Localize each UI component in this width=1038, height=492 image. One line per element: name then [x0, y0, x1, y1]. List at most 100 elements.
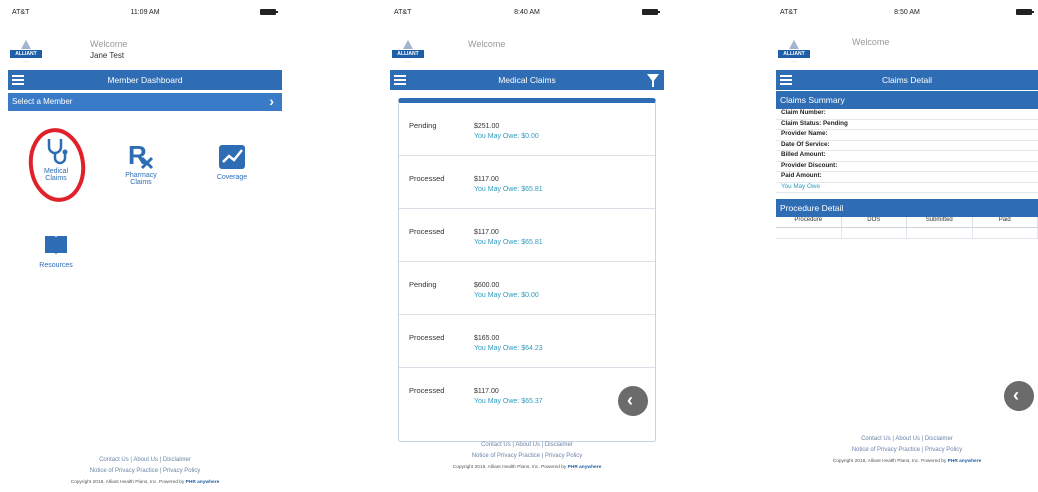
- back-button[interactable]: ‹: [1004, 381, 1034, 411]
- footer-links-privacy[interactable]: Notice of Privacy Practice | Privacy Pol…: [390, 451, 664, 462]
- claim-owe: You May Owe: $0.00: [474, 133, 539, 140]
- copyright: Copyright 2018, Alliant Health Plans, In…: [70, 480, 220, 485]
- column-header: Procedure: [776, 217, 842, 227]
- tile-label-line2: Claims: [130, 179, 152, 186]
- claim-status: Processed: [409, 174, 445, 183]
- procedure-detail-header: Procedure Detail: [776, 199, 1038, 217]
- column-header: Submitted: [907, 217, 973, 227]
- battery-icon: [1016, 9, 1034, 15]
- claim-owe: You May Owe: $65.81: [474, 186, 543, 193]
- nav-title: Member Dashboard: [107, 75, 183, 85]
- phone-claims-detail: AT&T 8:50 AM ALLIANT ····· Welcome Claim…: [776, 0, 1038, 492]
- status-time: 8:40 AM: [514, 9, 540, 16]
- nav-title: Medical Claims: [498, 75, 556, 85]
- footer-links[interactable]: Contact Us | About Us | Disclaimer: [8, 455, 282, 466]
- claim-status-line: Claim Status: Pending: [776, 120, 1038, 130]
- claim-owe: You May Owe: $64.23: [474, 345, 543, 352]
- nav-bar: Medical Claims: [390, 70, 664, 90]
- nav-title: Claims Detail: [881, 75, 933, 85]
- tile-label-line1: Resources: [39, 262, 73, 269]
- status-bar: AT&T 11:09 AM: [8, 0, 282, 26]
- footer: Contact Us | About Us | Disclaimer Notic…: [776, 434, 1038, 467]
- username: Jane Test: [90, 51, 125, 60]
- paid-amount-line: Paid Amount:: [776, 172, 1038, 183]
- claim-row[interactable]: Processed $117.00 You May Owe: $65.37: [399, 368, 655, 420]
- claim-status: Pending: [409, 280, 437, 289]
- back-button[interactable]: ‹: [618, 386, 648, 416]
- claim-amount: $165.00: [474, 335, 500, 342]
- claims-summary: Claim Number: Claim Status: Pending Prov…: [776, 109, 1038, 193]
- welcome-label: Welcome: [852, 37, 890, 47]
- column-header: DOS: [842, 217, 907, 227]
- status-bar: AT&T 8:50 AM: [776, 0, 1038, 26]
- alliant-logo: ALLIANT ·····: [778, 40, 810, 64]
- welcome-label: Welcome: [468, 39, 506, 49]
- billed-amount-line: Billed Amount:: [776, 151, 1038, 162]
- alliant-logo: ALLIANT ·····: [392, 40, 424, 64]
- coverage-chart-icon: [197, 140, 267, 174]
- tile-label-line1: Coverage: [216, 174, 248, 181]
- copyright: Copyright 2018, Alliant Health Plans, In…: [452, 465, 602, 470]
- claim-row[interactable]: Pending $251.00 You May Owe: $0.00: [399, 103, 655, 156]
- rx-icon: R: [106, 138, 176, 172]
- battery-icon: [260, 9, 278, 15]
- claim-owe: You May Owe: $65.37: [474, 398, 543, 405]
- footer: Contact Us | About Us | Disclaimer Notic…: [390, 440, 664, 473]
- claim-amount: $117.00: [474, 388, 499, 395]
- alliant-logo: ALLIANT ·····: [10, 40, 42, 64]
- copyright: Copyright 2018, Alliant Health Plans, In…: [832, 459, 982, 464]
- select-member-label: Select a Member: [12, 97, 73, 106]
- status-time: 11:09 AM: [130, 9, 160, 16]
- claim-status: Processed: [409, 227, 445, 236]
- tile-label-line1: Pharmacy: [125, 172, 157, 179]
- claim-owe: You May Owe: $65.81: [474, 239, 543, 246]
- chevron-right-icon: ›: [269, 93, 274, 109]
- footer: Contact Us | About Us | Disclaimer Notic…: [8, 455, 282, 488]
- claim-amount: $600.00: [474, 282, 500, 289]
- claim-owe: You May Owe: $0.00: [474, 292, 539, 299]
- claim-row[interactable]: Processed $117.00 You May Owe: $65.81: [399, 156, 655, 209]
- footer-links[interactable]: Contact Us | About Us | Disclaimer: [776, 434, 1038, 445]
- chevron-left-icon: ‹: [1013, 385, 1019, 405]
- tile-medical-claims[interactable]: Medical Claims: [21, 128, 91, 202]
- filter-icon[interactable]: [647, 74, 659, 87]
- red-highlight-circle: [28, 128, 86, 202]
- procedure-table-header: Procedure DOS Submitted Paid: [776, 217, 1038, 228]
- phone-member-dashboard: AT&T 11:09 AM ALLIANT ····· Welcome Jane…: [8, 0, 282, 492]
- tile-resources[interactable]: Resources: [21, 228, 91, 269]
- claim-row[interactable]: Pending $600.00 You May Owe: $0.00: [399, 262, 655, 315]
- date-of-service-line: Date Of Service:: [776, 141, 1038, 151]
- claim-row[interactable]: Processed $117.00 You May Owe: $65.81: [399, 209, 655, 262]
- chevron-left-icon: ‹: [627, 390, 633, 410]
- claim-number-line: Claim Number:: [776, 109, 1038, 120]
- tile-coverage[interactable]: Coverage: [197, 140, 267, 181]
- claim-status: Processed: [409, 333, 445, 342]
- book-icon: [21, 228, 91, 262]
- tile-pharmacy-claims[interactable]: R Pharmacy Claims: [106, 138, 176, 186]
- claims-list: Pending $251.00 You May Owe: $0.00 Proce…: [398, 98, 656, 442]
- claim-row[interactable]: Processed $165.00 You May Owe: $64.23: [399, 315, 655, 368]
- claim-amount: $117.00: [474, 176, 499, 183]
- claim-amount: $117.00: [474, 229, 499, 236]
- section-title: Claims Summary: [780, 95, 845, 105]
- claim-amount: $251.00: [474, 123, 500, 130]
- battery-icon: [642, 9, 660, 15]
- column-header: Paid: [973, 217, 1038, 227]
- section-title: Procedure Detail: [780, 203, 844, 213]
- footer-links-privacy[interactable]: Notice of Privacy Practice | Privacy Pol…: [776, 445, 1038, 456]
- claim-status: Pending: [409, 121, 437, 130]
- nav-bar: Member Dashboard: [8, 70, 282, 90]
- nav-bar: Claims Detail: [776, 70, 1038, 90]
- claims-summary-header: Claims Summary: [776, 91, 1038, 109]
- status-bar: AT&T 8:40 AM: [390, 0, 664, 26]
- provider-name-line: Provider Name:: [776, 130, 1038, 141]
- welcome-label: Welcome: [90, 39, 128, 49]
- select-member-bar[interactable]: Select a Member ›: [8, 93, 282, 111]
- you-may-owe-line: You May Owe: [776, 183, 1038, 193]
- footer-links-privacy[interactable]: Notice of Privacy Practice | Privacy Pol…: [8, 466, 282, 477]
- claim-status: Processed: [409, 386, 445, 395]
- phone-medical-claims: AT&T 8:40 AM ALLIANT ····· Welcome Medic…: [390, 0, 664, 492]
- status-time: 8:50 AM: [894, 9, 920, 16]
- table-row: [776, 228, 1038, 239]
- footer-links[interactable]: Contact Us | About Us | Disclaimer: [390, 440, 664, 451]
